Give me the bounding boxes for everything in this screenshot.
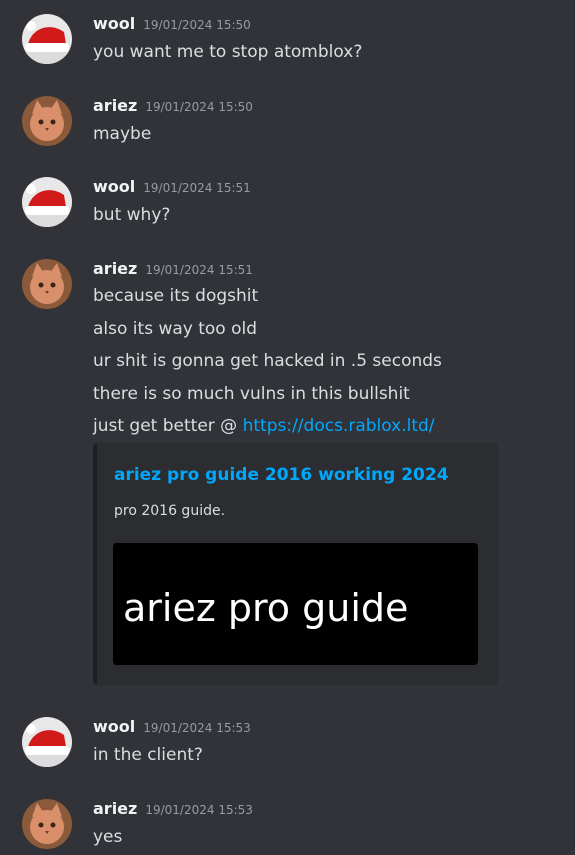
author-name[interactable]: wool bbox=[93, 717, 135, 736]
message-header: ariez 19/01/2024 15:53 bbox=[93, 799, 253, 821]
embed-image[interactable]: ariez pro guide bbox=[113, 543, 478, 665]
link-embed: ariez pro guide 2016 working 2024 pro 20… bbox=[93, 443, 498, 685]
cat-avatar-icon[interactable] bbox=[22, 259, 72, 309]
timestamp: 19/01/2024 15:51 bbox=[145, 263, 253, 277]
message-text-with-link: just get better @ https://docs.rablox.lt… bbox=[93, 416, 435, 436]
message-text: also its way too old bbox=[93, 319, 258, 339]
link-prefix-text: just get better @ bbox=[93, 416, 243, 436]
message-header: wool 19/01/2024 15:53 bbox=[93, 717, 251, 739]
message-text: ur shit is gonna get hacked in .5 second… bbox=[93, 351, 442, 371]
docs-link[interactable]: https://docs.rablox.ltd/ bbox=[243, 416, 435, 436]
message-header: ariez 19/01/2024 15:51 bbox=[93, 259, 253, 281]
embed-image-text: ariez pro guide bbox=[123, 586, 408, 630]
author-name[interactable]: ariez bbox=[93, 799, 137, 818]
author-name[interactable]: ariez bbox=[93, 259, 137, 278]
chat-message-list: wool 19/01/2024 15:50 you want me to stop… bbox=[0, 0, 575, 855]
message-text: there is so much vulns in this bullshit bbox=[93, 384, 410, 404]
message-text: yes bbox=[93, 827, 123, 847]
santa-hat-avatar-icon[interactable] bbox=[22, 717, 72, 767]
message-text: because its dogshit bbox=[93, 286, 259, 306]
embed-description: pro 2016 guide. bbox=[114, 503, 226, 519]
message-text: in the client? bbox=[93, 745, 203, 765]
embed-title[interactable]: ariez pro guide 2016 working 2024 bbox=[114, 465, 449, 485]
timestamp: 19/01/2024 15:53 bbox=[143, 721, 251, 735]
cat-avatar-icon[interactable] bbox=[22, 799, 72, 849]
message-item: ariez 19/01/2024 15:51 because its dogshi… bbox=[0, 0, 575, 700]
timestamp: 19/01/2024 15:53 bbox=[145, 803, 253, 817]
